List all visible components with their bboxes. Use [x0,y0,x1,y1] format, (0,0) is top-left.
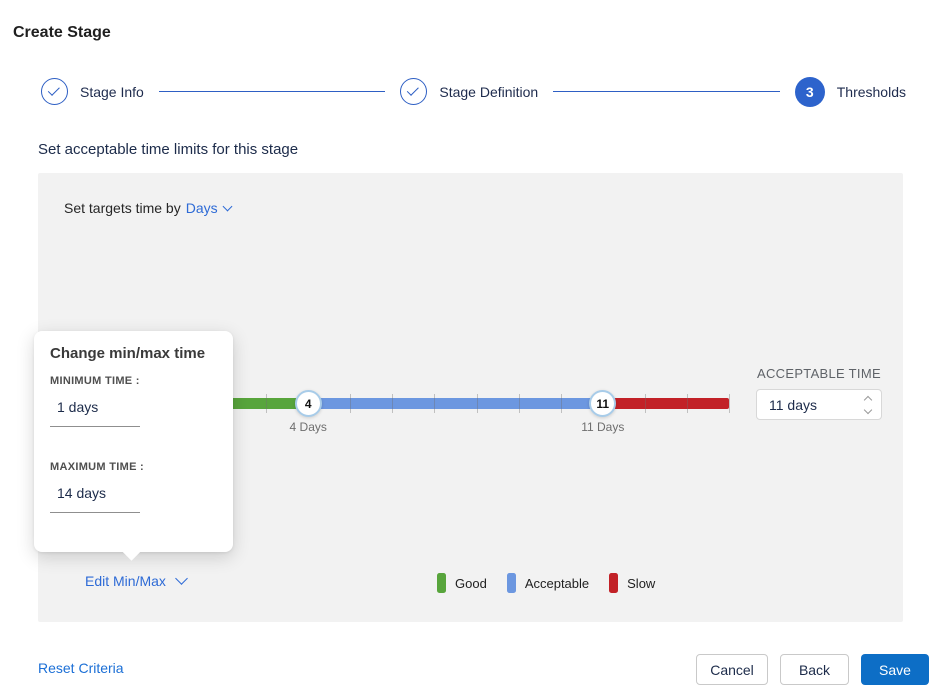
stepper: Stage Info Stage Definition 3 Thresholds [41,76,906,107]
stepper-up-icon[interactable] [863,395,873,404]
legend-item-acceptable: Acceptable [506,573,590,593]
maximum-time-label: MAXIMUM TIME : [50,461,145,473]
stepper-connector [158,91,386,92]
acceptable-time-input[interactable]: 11 days [756,389,882,420]
slider-handle-label: 4 Days [289,420,327,434]
slider-tick [644,394,646,413]
edit-minmax-toggle[interactable]: Edit Min/Max [85,572,188,589]
edit-minmax-label: Edit Min/Max [85,573,166,589]
slider-handle[interactable]: 4 [294,390,322,417]
legend-label: Slow [627,575,656,591]
section-heading: Set acceptable time limits for this stag… [38,141,299,158]
maximum-time-input[interactable]: 14 days [50,485,140,513]
slider-tick [729,394,730,413]
slider-handle-label: 11 Days [581,420,625,434]
check-icon [407,83,420,96]
good-swatch [437,573,446,593]
slow-swatch [609,573,619,593]
legend-label: Acceptable [524,575,590,591]
reset-criteria-link[interactable]: Reset Criteria [38,660,124,676]
minimum-time-label: MINIMUM TIME : [50,375,140,387]
acceptable-swatch [506,573,516,593]
slider-tick [686,394,688,413]
slider-tick [476,394,478,413]
step-number-circle: 3 [794,76,825,107]
slider-tick [434,394,436,413]
create-stage-screen: Create Stage Stage Info Stage Definition… [0,0,943,699]
step-label: Stage Info [80,83,144,100]
cancel-button[interactable]: Cancel [696,654,768,685]
acceptable-time-value: 11 days [769,396,817,413]
minimum-time-input[interactable]: 1 days [50,399,140,427]
step-label: Thresholds [836,83,906,100]
acceptable-time-label: ACCEPTABLE TIME [757,366,881,381]
slider-tick [518,394,520,413]
stepper-down-icon[interactable] [863,405,873,414]
stepper-connector [553,91,780,92]
step-label: Stage Definition [439,83,539,100]
slider-handle[interactable]: 11 [589,390,617,417]
change-minmax-popup: Change min/max time MINIMUM TIME : 1 day… [34,331,233,561]
popup-title: Change min/max time [50,345,206,362]
legend-label: Good [455,575,487,591]
chevron-down-icon [175,572,188,585]
number-stepper [863,395,873,414]
slider-tick [266,394,268,413]
step-complete-circle [400,78,428,105]
stepper-step-thresholds[interactable]: 3 Thresholds [794,76,906,107]
slider-segment-acceptable [308,398,603,409]
stepper-step-stage-info[interactable]: Stage Info [41,78,144,105]
legend-item-good: Good [437,573,487,593]
slider-tick [560,394,562,413]
page-title: Create Stage [13,24,111,41]
slider-segment-slow [602,398,729,409]
stepper-step-stage-definition[interactable]: Stage Definition [400,78,538,105]
slider-legend: Good Acceptable Slow [437,573,655,593]
slider-tick [392,394,394,413]
legend-item-slow: Slow [609,573,655,593]
save-button[interactable]: Save [861,654,929,685]
step-complete-circle [41,78,68,105]
back-button[interactable]: Back [780,654,849,685]
slider-tick [350,394,352,413]
check-icon [47,83,60,96]
